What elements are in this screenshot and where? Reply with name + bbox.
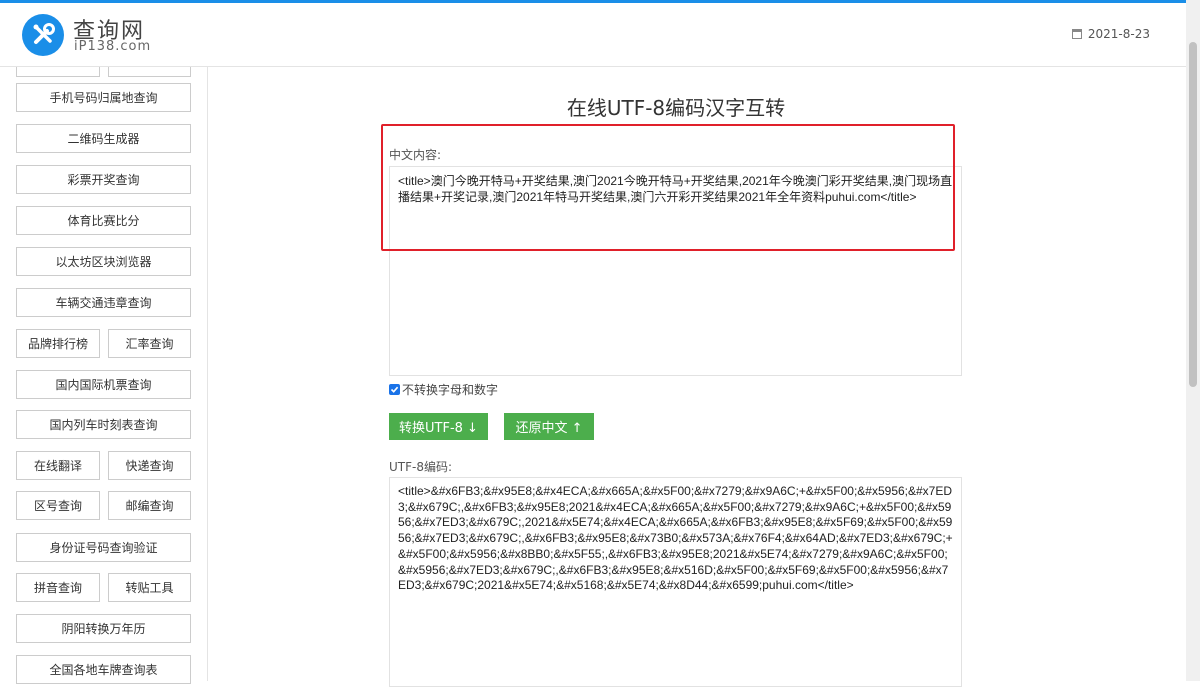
sidebar-item-calendar[interactable]: 阴阳转换万年历 — [16, 614, 191, 643]
convert-utf8-button[interactable]: 转换UTF-8 ↓ — [389, 413, 488, 440]
page-scrollbar[interactable] — [1186, 0, 1200, 681]
sidebar-item-id-card[interactable]: 身份证号码查询验证 — [16, 533, 191, 562]
sidebar-item-qrcode[interactable]: 二维码生成器 — [16, 124, 191, 153]
header-date: 2021-8-23 — [1071, 27, 1150, 41]
logo-domain[interactable]: iP138.com — [74, 39, 151, 54]
sidebar-item-exchange-rate[interactable]: 汇率查询 — [108, 329, 191, 358]
sidebar-item-train-schedule[interactable]: 国内列车时刻表查询 — [16, 410, 191, 439]
sidebar-item-flights[interactable]: 国内国际机票查询 — [16, 370, 191, 399]
chinese-content-textarea[interactable]: <title>澳门今晚开特马+开奖结果,澳门2021今晚开特马+开奖结果,202… — [389, 166, 962, 376]
keep-alnum-checkbox[interactable] — [389, 384, 400, 395]
date-text: 2021-8-23 — [1087, 27, 1150, 41]
sidebar-item-repost-tool[interactable]: 转贴工具 — [108, 573, 191, 602]
sidebar-item-traffic-violation[interactable]: 车辆交通违章查询 — [16, 288, 191, 317]
logo-tools-icon[interactable] — [22, 14, 64, 56]
sidebar-item-sports-score[interactable]: 体育比赛比分 — [16, 206, 191, 235]
utf8-code-label: UTF-8编码: — [389, 460, 453, 474]
sidebar-item-brand-ranking[interactable]: 品牌排行榜 — [16, 329, 100, 358]
utf8-code-textarea[interactable]: <title>&#x6FB3;&#x95E8;&#x4ECA;&#x665A;&… — [389, 477, 962, 687]
restore-chinese-button[interactable]: 还原中文 ↑ — [504, 413, 594, 440]
calendar-icon — [1071, 29, 1082, 39]
sidebar-item-area-code[interactable]: 区号查询 — [16, 491, 100, 520]
sidebar-item-translate[interactable]: 在线翻译 — [16, 451, 100, 480]
chinese-content-label: 中文内容: — [389, 148, 442, 162]
sidebar-item-ethereum[interactable]: 以太坊区块浏览器 — [16, 247, 191, 276]
sidebar-item-lottery[interactable]: 彩票开奖查询 — [16, 165, 191, 194]
sidebar-item-postcode[interactable]: 邮编查询 — [108, 491, 191, 520]
site-header: 查询网 iP138.com 2021-8-23 — [0, 3, 1186, 67]
sidebar-item-express[interactable]: 快递查询 — [108, 451, 191, 480]
sidebar-item-phone-location[interactable]: 手机号码归属地查询 — [16, 83, 191, 112]
sidebar: 手机号码归属地查询 二维码生成器 彩票开奖查询 体育比赛比分 以太坊区块浏览器 … — [0, 48, 208, 684]
scrollbar-thumb[interactable] — [1189, 42, 1197, 387]
page-title: 在线UTF-8编码汉字互转 — [566, 96, 786, 120]
keep-alnum-option[interactable]: 不转换字母和数字 — [389, 381, 498, 398]
sidebar-item-license-plate[interactable]: 全国各地车牌查询表 — [16, 655, 191, 684]
keep-alnum-label: 不转换字母和数字 — [402, 383, 499, 397]
sidebar-item-pinyin[interactable]: 拼音查询 — [16, 573, 100, 602]
